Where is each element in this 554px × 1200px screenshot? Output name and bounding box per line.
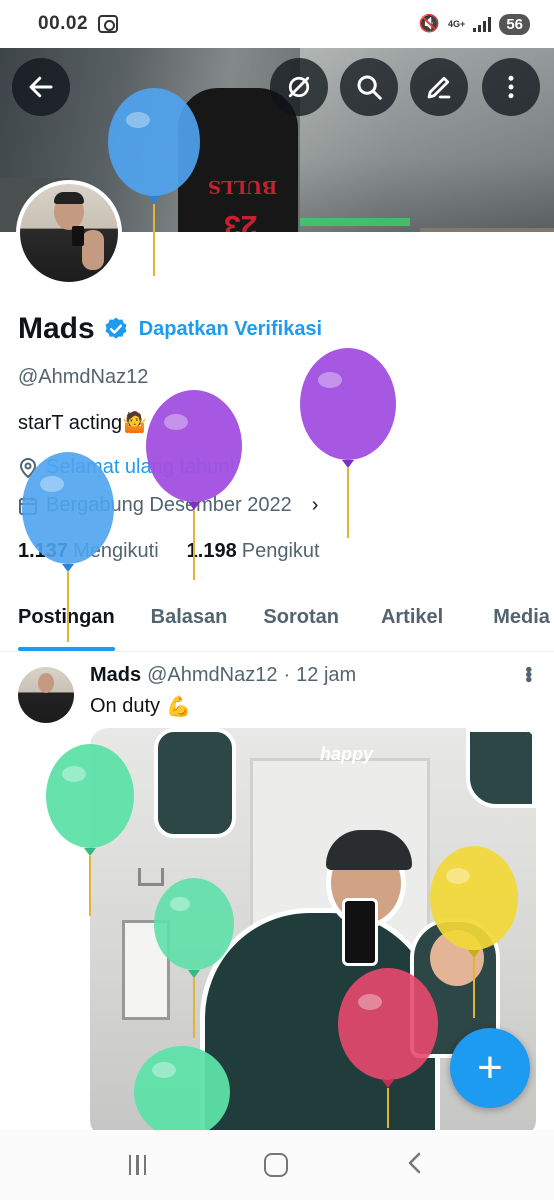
network-type: 4G+	[448, 18, 466, 29]
post-more-icon[interactable]: •••	[516, 666, 539, 681]
post-header: Mads @AhmdNaz12 · 12 jam	[90, 664, 356, 687]
rocket-off-icon	[288, 76, 310, 98]
recents-button[interactable]	[128, 1155, 147, 1175]
balloon-icon	[134, 1044, 234, 1138]
balloon-icon	[154, 878, 254, 1070]
post-text-row: On duty 💪	[90, 694, 191, 719]
status-bar: 00.02 🔇 4G+ 56	[0, 0, 554, 48]
search-button[interactable]	[340, 58, 398, 116]
verified-badge-icon	[105, 317, 127, 339]
status-icons: 🔇 4G+ 56	[418, 13, 530, 35]
profile-bio: starT acting🤷	[18, 412, 148, 434]
status-time: 00.02	[38, 13, 89, 34]
profile-name: Mads	[18, 312, 95, 345]
home-button[interactable]	[263, 1153, 288, 1177]
banner-jersey-number: 23	[224, 209, 258, 232]
post-time: 12 jam	[296, 664, 357, 686]
system-nav-bar	[0, 1130, 554, 1200]
post-separator: ·	[283, 664, 291, 686]
balloon-icon	[104, 88, 204, 278]
post-text: On duty	[90, 695, 161, 717]
edit-button[interactable]	[410, 58, 468, 116]
balloon-icon	[300, 348, 400, 540]
compose-button[interactable]: +	[450, 1028, 530, 1108]
tab-articles[interactable]: Artikel	[381, 586, 443, 651]
back-arrow-icon	[29, 76, 53, 98]
post-avatar[interactable]	[18, 667, 74, 723]
banner-bar	[420, 228, 554, 232]
back-nav-button[interactable]	[405, 1151, 425, 1180]
edit-pencil-icon	[427, 76, 451, 99]
media-happy-sticker: happy	[320, 744, 374, 764]
media-sticker	[466, 728, 536, 808]
more-button[interactable]	[482, 58, 540, 116]
battery-indicator: 56	[499, 13, 530, 35]
screen-record-icon	[98, 15, 119, 33]
balloon-icon	[430, 846, 530, 1038]
post-author[interactable]: Mads	[90, 664, 141, 687]
get-verified-link[interactable]: Dapatkan Verifikasi	[139, 318, 322, 341]
back-button[interactable]	[12, 58, 70, 116]
profile-name-row: Mads Dapatkan Verifikasi	[18, 312, 322, 346]
signal-icon	[473, 16, 492, 32]
media-phone	[342, 898, 378, 966]
banner-bar	[300, 218, 410, 226]
followers-label: Pengikut	[241, 540, 320, 562]
tab-media[interactable]: Media	[493, 586, 550, 651]
search-icon	[357, 75, 382, 100]
tab-replies[interactable]: Balasan	[151, 586, 228, 651]
media-sticker	[154, 728, 236, 838]
chevron-left-icon	[409, 1152, 421, 1173]
post-handle: @AhmdNaz12	[147, 664, 278, 686]
mute-icon: 🔇	[418, 14, 441, 33]
balloon-icon	[22, 452, 122, 644]
more-vertical-icon	[508, 75, 514, 99]
grok-button[interactable]	[270, 58, 328, 116]
plus-icon: +	[477, 1043, 503, 1092]
profile-handle: @AhmdNaz12	[18, 366, 149, 388]
tab-highlights[interactable]: Sorotan	[263, 586, 339, 651]
balloon-icon	[146, 390, 246, 582]
banner-jersey-print: BULLS	[208, 176, 278, 197]
flexed-biceps-emoji: 💪	[166, 696, 191, 718]
balloon-icon	[46, 744, 146, 936]
